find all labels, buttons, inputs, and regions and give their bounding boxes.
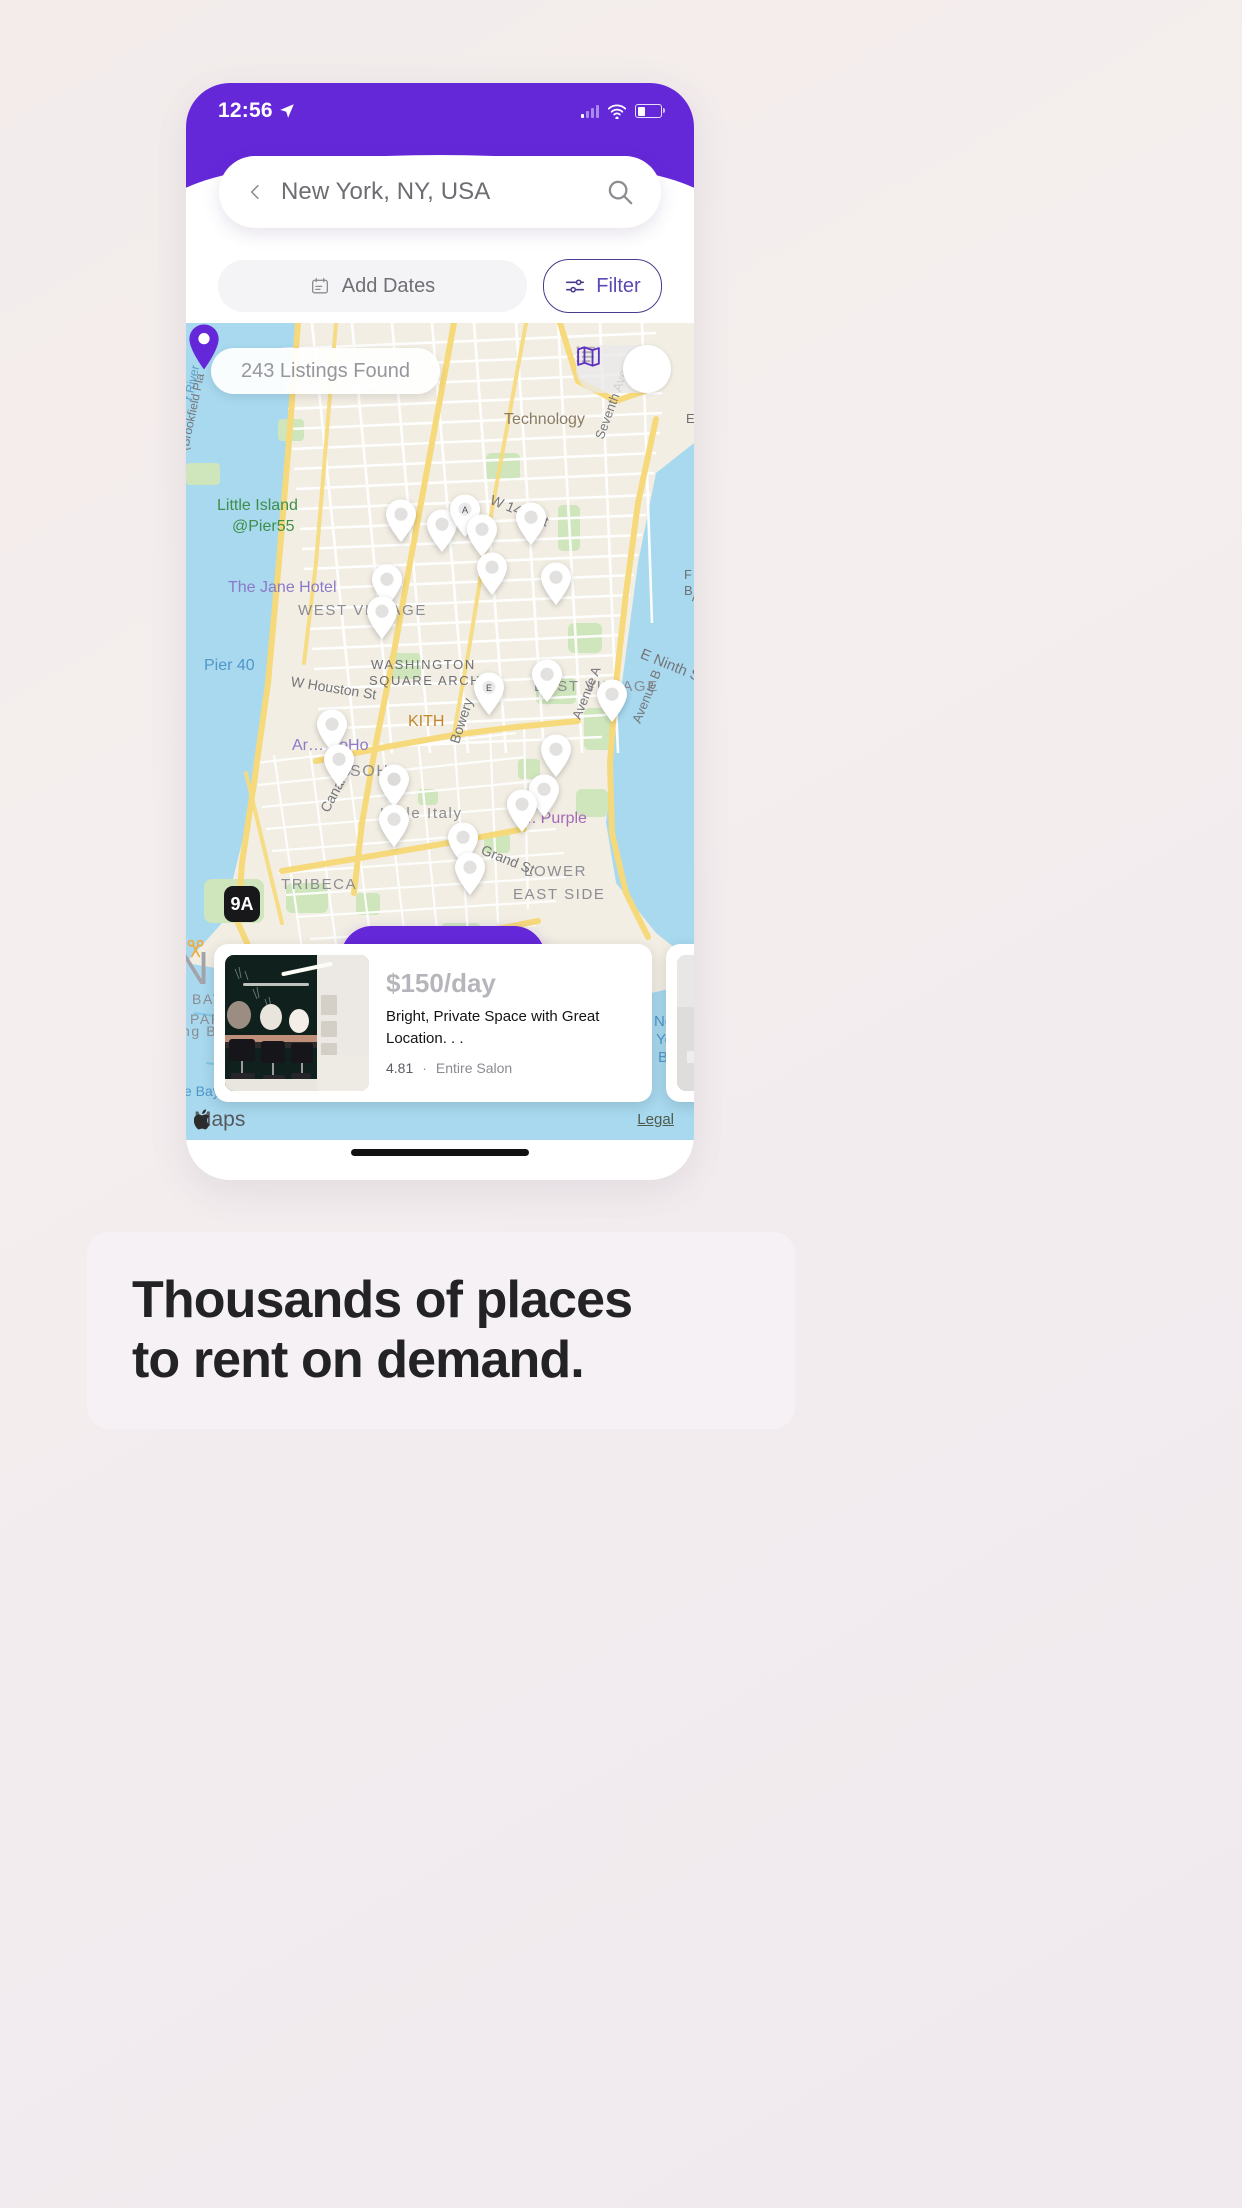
status-time: 12:56 <box>218 99 273 122</box>
home-indicator <box>351 1149 529 1156</box>
search-input[interactable]: New York, NY, USA <box>281 178 605 206</box>
chevron-left-icon[interactable] <box>245 182 265 202</box>
map-legal-link[interactable]: Legal <box>637 1111 674 1128</box>
listing-card[interactable] <box>666 944 694 1102</box>
map-canvas[interactable]: TechnologyEMPIRE STATEBUILDINGE 34th StK… <box>186 323 694 1140</box>
listing-card[interactable]: $150/day Bright, Private Space with Grea… <box>187 939 652 1102</box>
map-view-button[interactable] <box>577 345 671 393</box>
filter-label: Filter <box>596 274 641 297</box>
listing-meta-separator: · <box>422 1060 427 1077</box>
status-bar-right <box>581 104 665 119</box>
listings-count-label: 243 Listings Found <box>241 359 411 382</box>
filter-row: Add Dates Filter <box>218 258 662 314</box>
sliders-icon <box>566 279 585 293</box>
listing-price-unit: /day <box>443 969 496 998</box>
bathroom-interior-photo <box>677 955 694 1091</box>
listing-rating: 4.81 <box>386 1060 414 1077</box>
listing-pin-icon[interactable] <box>594 678 630 724</box>
listing-pin-icon[interactable] <box>452 851 488 897</box>
listing-pin-icon[interactable] <box>513 501 549 547</box>
filter-button[interactable]: Filter <box>543 259 662 313</box>
status-bar: 12:56 <box>186 83 694 139</box>
route-shield-9a: 9A <box>224 886 260 922</box>
battery-low-icon <box>635 104 665 118</box>
salon-interior-photo <box>225 955 369 1091</box>
listing-photo <box>677 955 694 1091</box>
listing-meta: 4.81 · Entire Salon <box>187 939 635 1077</box>
listing-pin-e-icon[interactable]: E <box>471 671 507 717</box>
apple-logo-icon <box>194 1109 210 1130</box>
map-view-icon <box>577 346 600 367</box>
view-toggle[interactable] <box>576 345 671 393</box>
listing-pin-icon[interactable] <box>474 551 510 597</box>
listing-details: $150/day Bright, Private Space with Grea… <box>187 939 641 1077</box>
listing-photo <box>225 955 369 1091</box>
magnifier-icon[interactable] <box>605 177 635 207</box>
promo-line-1: Thousands of places <box>132 1271 633 1330</box>
listing-pin-icon[interactable] <box>538 561 574 607</box>
cellular-bars-icon <box>581 104 599 118</box>
listing-price-row: $150/day <box>386 970 635 997</box>
phone-frame: 12:56 New York, NY, USA Add Dates Filter… <box>186 83 694 1180</box>
user-location-pin-icon <box>189 324 219 370</box>
search-bar[interactable]: New York, NY, USA <box>219 156 661 228</box>
calendar-icon <box>311 278 328 294</box>
navigation-arrow-icon <box>279 104 294 118</box>
add-dates-label: Add Dates <box>341 274 436 297</box>
listing-price: $150 <box>386 969 444 998</box>
add-dates-button[interactable]: Add Dates <box>218 260 527 312</box>
listing-pin-icon[interactable] <box>321 743 357 789</box>
listing-pin-icon[interactable] <box>504 788 540 834</box>
listing-cards-carousel[interactable]: $150/day Bright, Private Space with Grea… <box>186 939 694 1107</box>
promo-panel: Thousands of places to rent on demand. <box>87 1232 795 1429</box>
listing-pin-icon[interactable] <box>364 595 400 641</box>
map-attribution: Maps <box>194 1108 245 1132</box>
listing-pin-icon[interactable] <box>383 498 419 544</box>
listing-space-type: Entire Salon <box>435 1060 513 1077</box>
promo-headline: Thousands of places to rent on demand. <box>132 1271 795 1390</box>
listing-pin-icon[interactable] <box>529 658 565 704</box>
promo-line-2: to rent on demand. <box>132 1330 585 1389</box>
wifi-icon <box>607 104 627 119</box>
listings-count-badge: 243 Listings Found <box>211 348 441 394</box>
svg-text:E: E <box>486 683 492 693</box>
status-bar-left: 12:56 <box>218 99 296 123</box>
listing-pin-icon[interactable] <box>376 803 412 849</box>
listing-title: Bright, Private Space with Great Locatio… <box>386 1007 600 1047</box>
